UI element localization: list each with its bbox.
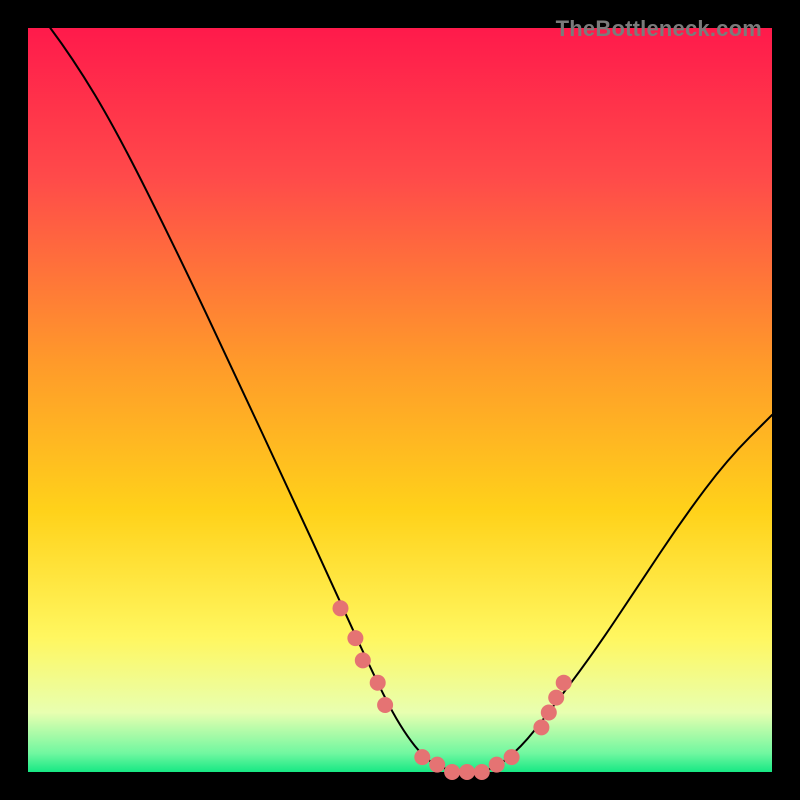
highlight-dot — [429, 757, 445, 773]
highlight-dot — [355, 652, 371, 668]
watermark-text: TheBottleneck.com — [556, 16, 762, 42]
highlight-dot — [556, 675, 572, 691]
highlight-dot — [370, 675, 386, 691]
chart-frame: TheBottleneck.com — [16, 16, 784, 784]
bottleneck-chart — [16, 16, 784, 784]
highlight-dot — [459, 764, 475, 780]
highlight-dot — [444, 764, 460, 780]
highlight-dot — [548, 690, 564, 706]
highlight-dot — [333, 600, 349, 616]
highlight-dot — [504, 749, 520, 765]
highlight-dot — [377, 697, 393, 713]
plot-background — [28, 28, 772, 772]
highlight-dot — [347, 630, 363, 646]
highlight-dot — [541, 705, 557, 721]
highlight-dot — [533, 719, 549, 735]
highlight-dot — [414, 749, 430, 765]
highlight-dot — [489, 757, 505, 773]
highlight-dot — [474, 764, 490, 780]
